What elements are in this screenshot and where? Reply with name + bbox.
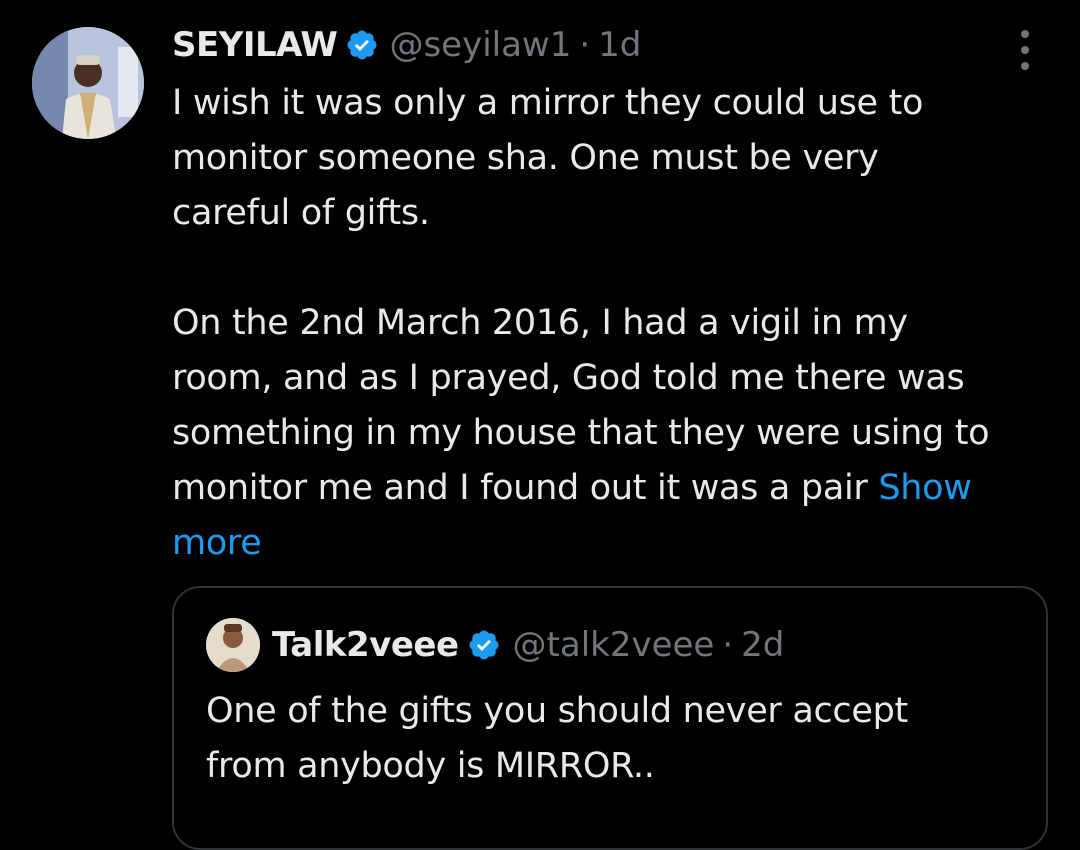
tweet-text: I wish it was only a mirror they could u…	[172, 76, 1052, 571]
separator-dot: ·	[722, 625, 734, 665]
more-options-icon[interactable]	[1008, 30, 1042, 70]
show-more-line: more	[172, 516, 1052, 571]
quoted-author-avatar[interactable]	[206, 618, 260, 672]
tweet-text-line: careful of gifts.	[172, 193, 430, 233]
avatar[interactable]	[32, 27, 144, 139]
tweet-timestamp[interactable]: 1d	[598, 25, 641, 65]
quoted-tweet-text-line: from anybody is MIRROR..	[206, 746, 655, 786]
tweet-text-line: I wish it was only a mirror they could u…	[172, 83, 924, 123]
quoted-tweet-timestamp[interactable]: 2d	[741, 625, 784, 665]
tweet-text-line: room, and as I prayed, God told me there…	[172, 358, 965, 398]
dot	[1021, 30, 1029, 38]
quoted-tweet-card[interactable]: Talk2veee @talk2veee · 2d One of the gif…	[172, 586, 1048, 850]
quoted-tweet-text-line: One of the gifts you should never accept	[206, 691, 908, 731]
show-more-link-continued[interactable]: more	[172, 523, 262, 563]
tweet-text-line-last: monitor me and I found out it was a pair…	[172, 461, 1052, 516]
verified-badge-icon	[467, 628, 501, 662]
verified-badge-icon	[345, 28, 379, 62]
avatar-image	[32, 27, 144, 139]
quoted-tweet-header: Talk2veee @talk2veee · 2d	[206, 618, 784, 672]
quoted-avatar-image	[206, 618, 260, 672]
tweet-text-line: On the 2nd March 2016, I had a vigil in …	[172, 303, 908, 343]
dot	[1021, 46, 1029, 54]
tweet-text-line: monitor someone sha. One must be very	[172, 138, 879, 178]
tweet-text-line: something in my house that they were usi…	[172, 413, 990, 453]
show-more-link[interactable]: Show	[878, 468, 972, 508]
author-display-name[interactable]: SEYILAW	[172, 25, 338, 65]
quoted-author-handle[interactable]: @talk2veee	[513, 625, 715, 665]
quoted-author-display-name[interactable]: Talk2veee	[272, 625, 459, 665]
tweet-header: SEYILAW @seyilaw1 · 1d	[172, 22, 641, 68]
dot	[1021, 62, 1029, 70]
separator-dot: ·	[579, 25, 591, 65]
quoted-tweet-text: One of the gifts you should never accept…	[206, 684, 1026, 794]
tweet-text-fragment: monitor me and I found out it was a pair	[172, 468, 868, 508]
author-handle[interactable]: @seyilaw1	[389, 25, 571, 65]
